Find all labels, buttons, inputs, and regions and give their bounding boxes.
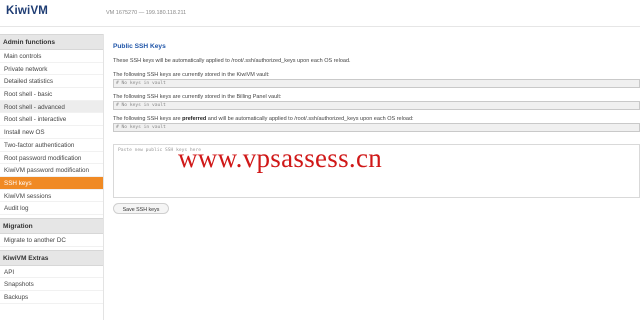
sidebar-item-detailed-statistics[interactable]: Detailed statistics <box>0 75 103 89</box>
vm-info: VM 1675270 — 199.180.118.211 <box>106 10 187 16</box>
sidebar-item-two-factor-authentication[interactable]: Two-factor authentication <box>0 139 103 152</box>
preferred-keys-label: The following SSH keys are preferred and… <box>113 116 414 122</box>
save-ssh-keys-button[interactable]: Save SSH keys <box>113 203 169 214</box>
sidebar-item-api[interactable]: API <box>0 266 103 279</box>
watermark-text: www.vpsassess.cn <box>178 143 383 173</box>
kiwivm-vault-keys[interactable]: # No keys in vault <box>113 79 640 88</box>
preferred-prefix: The following SSH keys are <box>113 116 183 122</box>
sidebar-section-migration: Migration <box>0 217 103 234</box>
sidebar-section-extras: KiwiVM Extras <box>0 249 103 266</box>
preferred-keys[interactable]: # No keys in vault <box>113 123 640 132</box>
sidebar-item-main-controls[interactable]: Main controls <box>0 50 103 63</box>
sidebar-item-root-shell-advanced[interactable]: Root shell - advanced <box>0 100 103 114</box>
sidebar-item-ssh-keys[interactable]: SSH keys <box>0 176 103 190</box>
billing-vault-keys[interactable]: # No keys in vault <box>113 101 640 110</box>
sidebar-item-root-shell-interactive[interactable]: Root shell - interactive <box>0 113 103 127</box>
sidebar-item-backups[interactable]: Backups <box>0 291 103 304</box>
top-bar: KiwiVM VM 1675270 — 199.180.118.211 <box>0 0 640 27</box>
sidebar-item-audit-log[interactable]: Audit log <box>0 202 103 215</box>
preferred-bold: preferred <box>182 116 207 122</box>
brand-logo[interactable]: KiwiVM <box>6 5 48 17</box>
preferred-suffix: and will be automatically applied to /ro… <box>206 116 414 122</box>
sidebar-item-install-new-os[interactable]: Install new OS <box>0 126 103 139</box>
billing-vault-label: The following SSH keys are currently sto… <box>113 94 282 100</box>
intro-text: These SSH keys will be automatically app… <box>113 58 351 64</box>
page-title: Public SSH Keys <box>113 43 166 50</box>
sidebar-item-snapshots[interactable]: Snapshots <box>0 278 103 291</box>
sidebar-item-kiwivm-password-modification[interactable]: KiwiVM password modification <box>0 164 103 177</box>
sidebar: Admin functions Main controls Private ne… <box>0 34 104 320</box>
sidebar-item-migrate-to-another-dc[interactable]: Migrate to another DC <box>0 234 103 247</box>
sidebar-item-root-shell-basic[interactable]: Root shell - basic <box>0 88 103 101</box>
main-content: Public SSH Keys These SSH keys will be a… <box>105 34 640 320</box>
sidebar-item-private-network[interactable]: Private network <box>0 63 103 76</box>
sidebar-item-root-password-modification[interactable]: Root password modification <box>0 152 103 165</box>
kiwivm-vault-label: The following SSH keys are currently sto… <box>113 72 270 78</box>
sidebar-section-admin: Admin functions <box>0 34 103 50</box>
sidebar-item-kiwivm-sessions[interactable]: KiwiVM sessions <box>0 190 103 203</box>
